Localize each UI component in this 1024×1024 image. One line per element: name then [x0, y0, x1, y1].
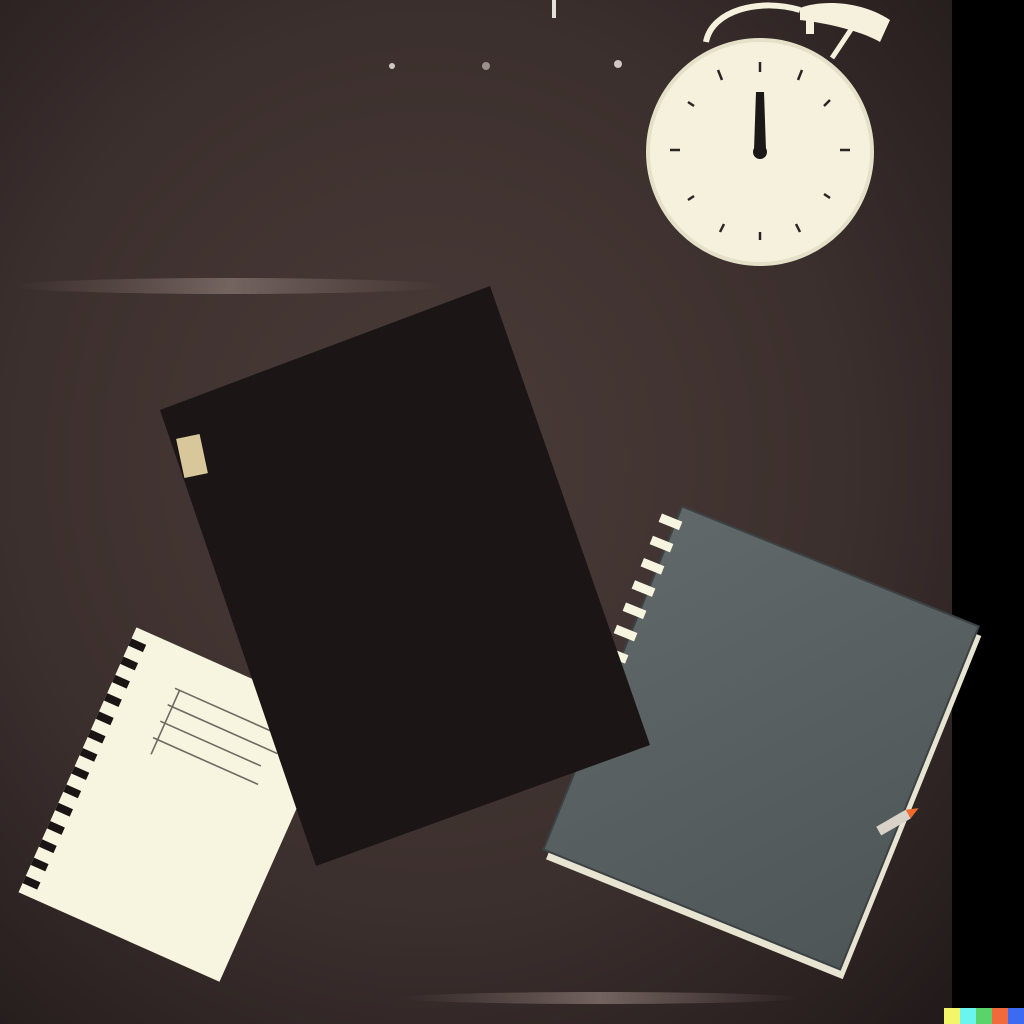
- scene-svg: [0, 0, 1024, 1024]
- light-streak-top: [15, 278, 445, 294]
- color-swatch-cyan: [960, 1008, 976, 1024]
- color-swatch-yellow: [944, 1008, 960, 1024]
- color-swatch-green: [976, 1008, 992, 1024]
- color-swatch-orange: [992, 1008, 1008, 1024]
- color-swatch-blue: [1008, 1008, 1024, 1024]
- color-strip: [944, 1008, 1024, 1024]
- illustration-scene: [0, 0, 1024, 1024]
- right-black-band: [952, 0, 1024, 1024]
- light-streak-bottom: [400, 992, 800, 1004]
